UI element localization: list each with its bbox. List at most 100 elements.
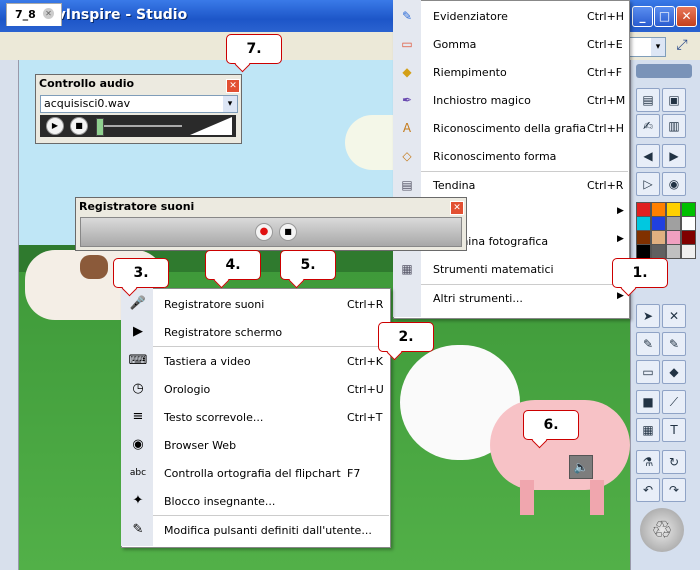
color-swatch[interactable] bbox=[651, 244, 666, 259]
menu-item[interactable]: ◆ Riempimento Ctrl+F bbox=[393, 59, 628, 87]
highlighter-icon[interactable]: ✎ bbox=[662, 332, 686, 356]
record-icon[interactable]: ● bbox=[255, 223, 273, 241]
submenu-item[interactable]: abc Controlla ortografia del flipchart F7 bbox=[121, 459, 389, 487]
speaker-icon[interactable]: 🔈 bbox=[569, 455, 593, 479]
submenu-item[interactable]: ≡ Testo scorrevole... Ctrl+T bbox=[121, 403, 389, 431]
submenu-item[interactable]: ◉ Browser Web bbox=[121, 431, 389, 459]
audio-control-panel[interactable]: Controllo audio ✕ acquisisci0.wav ▾ ▶ ■ bbox=[35, 74, 242, 144]
callout-3: 3. bbox=[113, 258, 169, 288]
color-swatch[interactable] bbox=[636, 244, 651, 259]
audio-position-thumb[interactable] bbox=[96, 118, 104, 136]
stop-icon[interactable]: ■ bbox=[279, 223, 297, 241]
keyboard-icon: ⌨ bbox=[128, 353, 148, 368]
color-swatch[interactable] bbox=[666, 202, 681, 217]
clapper-icon[interactable]: ▦ bbox=[636, 418, 660, 442]
tab-flipchart[interactable]: 7_8 ✕ bbox=[6, 3, 62, 26]
redo-icon[interactable]: ↷ bbox=[662, 478, 686, 502]
shapes-icon[interactable]: ■ bbox=[636, 390, 660, 414]
submenu-item[interactable]: ▶ Registratore schermo bbox=[121, 318, 389, 346]
zoom-select[interactable]: ▾ bbox=[628, 37, 666, 57]
submenu-item-shortcut: Ctrl+R bbox=[347, 298, 384, 311]
minimize-button[interactable]: _ bbox=[632, 6, 653, 27]
menu-item[interactable]: ▤ Tendina Ctrl+R bbox=[393, 172, 628, 200]
audio-file-select[interactable]: acquisisci0.wav ▾ bbox=[40, 95, 238, 113]
submenu-item-label: Testo scorrevole... bbox=[164, 411, 264, 424]
fullscreen-icon[interactable]: ⤢ bbox=[672, 37, 692, 55]
menu-item[interactable]: ✎ Evidenziatore Ctrl+H bbox=[393, 3, 628, 31]
select-arrow-icon[interactable]: ➤ bbox=[636, 304, 660, 328]
browser-icon[interactable]: ▤ bbox=[636, 88, 660, 112]
fill-icon: ◆ bbox=[402, 65, 412, 79]
stop-icon[interactable]: ■ bbox=[70, 117, 88, 135]
color-swatch[interactable] bbox=[681, 230, 696, 245]
color-swatch[interactable] bbox=[651, 216, 666, 231]
close-icon[interactable]: ✕ bbox=[450, 201, 464, 215]
audio-position-slider[interactable] bbox=[104, 125, 182, 127]
trash-icon[interactable]: ♲ bbox=[640, 508, 684, 552]
video-camera-icon: ▶ bbox=[133, 324, 143, 339]
tab-close-icon[interactable]: ✕ bbox=[43, 8, 54, 19]
magic-ink-icon: ✒ bbox=[401, 93, 413, 107]
highlighter-icon: ✎ bbox=[401, 9, 413, 23]
connector-icon[interactable]: ⟋ bbox=[662, 390, 686, 414]
close-icon[interactable]: ✕ bbox=[226, 79, 240, 93]
menu-item-shortcut: Ctrl+M bbox=[587, 94, 626, 107]
color-swatch[interactable] bbox=[666, 244, 681, 259]
callout-6: 6. bbox=[523, 410, 579, 440]
audio-file-name: acquisisci0.wav bbox=[44, 97, 131, 110]
submenu-item[interactable]: ◷ Orologio Ctrl+U bbox=[121, 375, 389, 403]
submenu-item[interactable]: ⌨ Tastiera a video Ctrl+K bbox=[121, 347, 389, 375]
menu-item-label: Riconoscimento forma bbox=[433, 150, 557, 163]
submenu-arrow-icon: ▶ bbox=[617, 234, 624, 244]
toolbox-header[interactable] bbox=[636, 64, 692, 78]
globe-icon[interactable]: ◉ bbox=[662, 172, 686, 196]
shape-recognition-icon: ◇ bbox=[402, 149, 412, 163]
play-icon[interactable]: ▶ bbox=[46, 117, 64, 135]
eraser-icon[interactable]: ▭ bbox=[636, 360, 660, 384]
menu-item[interactable]: ◇ Riconoscimento forma bbox=[393, 143, 628, 171]
play-icon[interactable]: ▷ bbox=[636, 172, 660, 196]
submenu-item[interactable]: 🎤 Registratore suoni Ctrl+R bbox=[121, 290, 389, 318]
color-swatch[interactable] bbox=[636, 202, 651, 217]
color-swatch[interactable] bbox=[666, 216, 681, 231]
pen-icon[interactable]: ✎ bbox=[636, 332, 660, 356]
menu-item-label: Evidenziatore bbox=[433, 10, 508, 23]
menu-item-label: Riempimento bbox=[433, 66, 507, 79]
pages-icon[interactable]: ▥ bbox=[662, 114, 686, 138]
color-swatch[interactable] bbox=[681, 216, 696, 231]
color-swatch[interactable] bbox=[681, 244, 696, 259]
menu-item[interactable]: ✒ Inchiostro magico Ctrl+M bbox=[393, 87, 628, 115]
color-swatch[interactable] bbox=[651, 202, 666, 217]
color-swatch[interactable] bbox=[666, 230, 681, 245]
menu-item[interactable]: ▦ Strumenti matematici bbox=[393, 256, 628, 284]
maximize-button[interactable]: □ bbox=[654, 6, 675, 27]
fill-icon[interactable]: ◆ bbox=[662, 360, 686, 384]
menu-item-shortcut: Ctrl+H bbox=[587, 122, 625, 135]
submenu-item[interactable]: ✎ Modifica pulsanti definiti dall'utente.… bbox=[121, 516, 389, 544]
menu-item[interactable]: A Riconoscimento della grafia Ctrl+H bbox=[393, 115, 628, 143]
color-palette bbox=[632, 202, 696, 259]
volume-icon[interactable] bbox=[190, 117, 232, 135]
color-swatch[interactable] bbox=[636, 230, 651, 245]
teacher-lock-icon: ✦ bbox=[132, 493, 144, 508]
undo-icon[interactable]: ↶ bbox=[636, 478, 660, 502]
color-swatch[interactable] bbox=[681, 202, 696, 217]
text-tool-icon[interactable]: T bbox=[662, 418, 686, 442]
left-sidebar-ruler bbox=[0, 60, 19, 570]
submenu-item[interactable]: ✦ Blocco insegnante... bbox=[121, 487, 389, 515]
color-swatch[interactable] bbox=[651, 230, 666, 245]
menu-item-shortcut: Ctrl+H bbox=[587, 10, 625, 23]
color-swatch[interactable] bbox=[636, 216, 651, 231]
page-icon[interactable]: ▣ bbox=[662, 88, 686, 112]
menu-item[interactable]: Altri strumenti... ▶ bbox=[393, 285, 628, 313]
sound-recorder-panel[interactable]: Registratore suoni ✕ ● ■ bbox=[75, 197, 467, 251]
flask-icon[interactable]: ⚗ bbox=[636, 450, 660, 474]
sound-recorder-title: Registratore suoni bbox=[79, 200, 195, 213]
next-page-icon[interactable]: ▶ bbox=[662, 144, 686, 168]
tools-icon[interactable]: ✕ bbox=[662, 304, 686, 328]
previous-page-icon[interactable]: ◀ bbox=[636, 144, 660, 168]
close-window-button[interactable]: ✕ bbox=[676, 6, 697, 27]
refresh-icon[interactable]: ↻ bbox=[662, 450, 686, 474]
menu-item[interactable]: ▭ Gomma Ctrl+E bbox=[393, 31, 628, 59]
pen-signature-icon[interactable]: ✍ bbox=[636, 114, 660, 138]
